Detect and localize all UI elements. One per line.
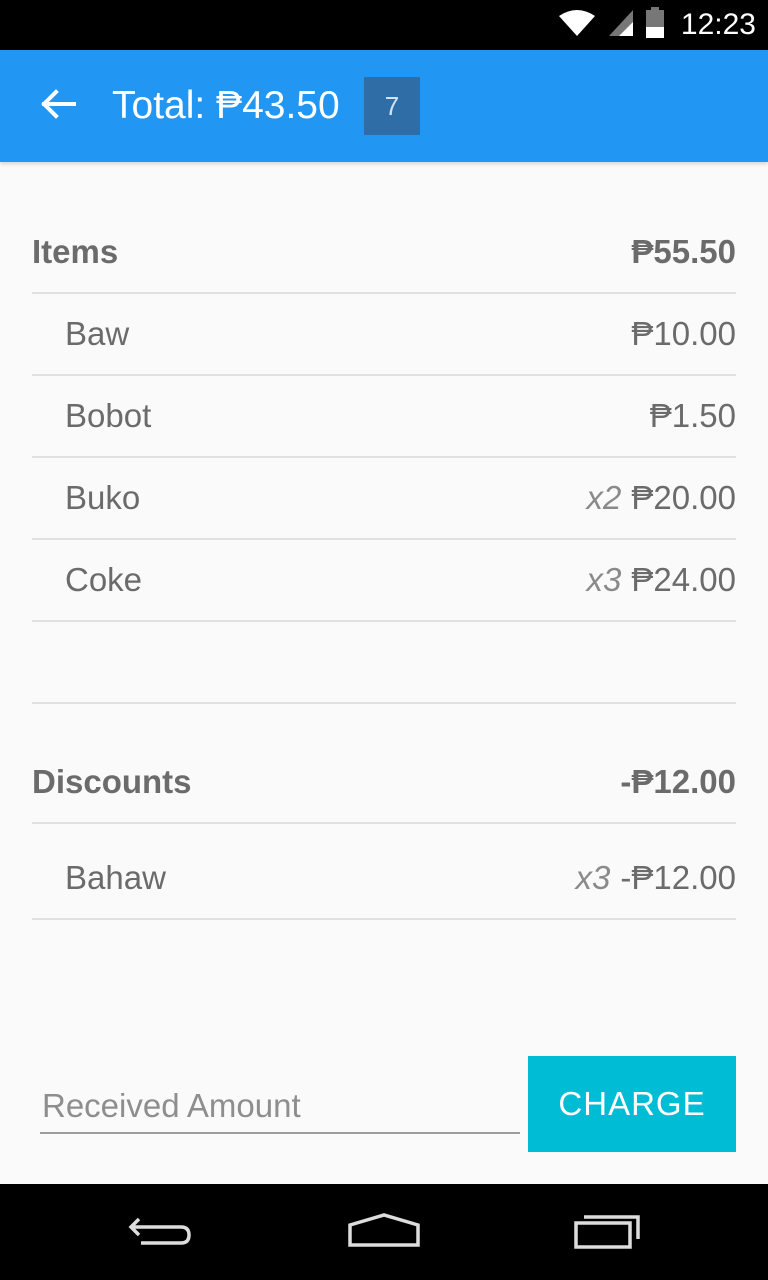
divider (32, 622, 736, 704)
item-quantity: x3 (586, 561, 622, 598)
item-name: Coke (65, 561, 143, 598)
wifi-icon (557, 8, 597, 43)
discounts-label: Discounts (32, 763, 192, 800)
items-total: ₱55.50 (631, 233, 736, 270)
signal-icon (607, 8, 635, 43)
discount-quantity: x3 (575, 859, 611, 896)
discount-price: x3 -₱12.00 (576, 859, 736, 897)
home-icon (346, 1211, 422, 1256)
charge-button[interactable]: CHARGE (528, 1056, 736, 1152)
item-name: Buko (65, 479, 141, 516)
discounts-header: Discounts -₱12.00 (32, 742, 736, 824)
received-amount-input[interactable] (40, 1080, 520, 1134)
recents-icon (572, 1211, 644, 1256)
list-item[interactable]: Bahaw x3 -₱12.00 (32, 838, 736, 920)
status-icons: 12:23 (557, 0, 756, 50)
page-title: Total: ₱43.50 (112, 84, 340, 127)
items-label: Items (32, 233, 119, 270)
navigation-bar (0, 1184, 768, 1280)
list-item[interactable]: Buko x2 ₱20.00 (32, 458, 736, 540)
item-amount: ₱1.50 (649, 397, 736, 434)
discount-name: Bahaw (65, 859, 166, 896)
item-price: x2 ₱20.00 (587, 479, 736, 517)
item-count-badge[interactable]: 7 (364, 77, 420, 135)
item-quantity: x2 (586, 479, 622, 516)
discount-amount: -₱12.00 (620, 859, 736, 896)
list-item[interactable]: Bobot ₱1.50 (32, 376, 736, 458)
discounts-total: -₱12.00 (620, 763, 736, 800)
nav-home-button[interactable] (336, 1208, 432, 1258)
item-amount: ₱10.00 (631, 315, 736, 352)
battery-icon (645, 6, 665, 44)
back-button[interactable] (28, 76, 88, 136)
items-header: Items ₱55.50 (32, 212, 736, 294)
item-name: Bobot (65, 397, 152, 434)
list-item[interactable]: Coke x3 ₱24.00 (32, 540, 736, 622)
item-price: ₱1.50 (650, 397, 736, 435)
status-bar: 12:23 (0, 0, 768, 50)
item-price: ₱10.00 (631, 315, 736, 353)
item-name: Baw (65, 315, 130, 352)
nav-recents-button[interactable] (560, 1208, 656, 1258)
clock-time: 12:23 (680, 8, 756, 41)
list-item[interactable]: Baw ₱10.00 (32, 294, 736, 376)
item-amount: ₱24.00 (631, 561, 736, 598)
item-amount: ₱20.00 (631, 479, 736, 516)
back-arrow-icon (40, 88, 76, 124)
back-nav-icon (125, 1211, 195, 1256)
nav-back-button[interactable] (112, 1208, 208, 1258)
item-price: x3 ₱24.00 (587, 561, 736, 599)
app-bar: Total: ₱43.50 7 (0, 50, 768, 162)
